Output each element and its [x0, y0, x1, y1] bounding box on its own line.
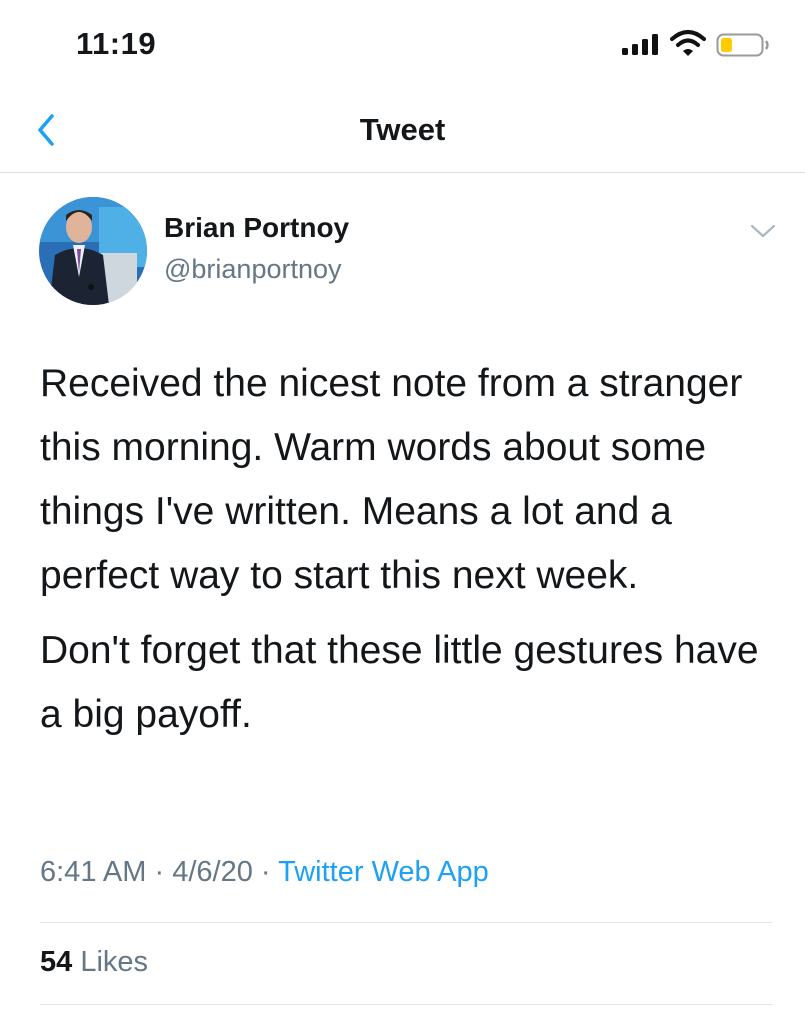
tweet-paragraph: Received the nicest note from a stranger… — [40, 362, 743, 597]
avatar[interactable] — [39, 197, 147, 305]
chevron-down-icon[interactable] — [748, 222, 778, 240]
navigation-bar: Tweet — [0, 90, 805, 173]
status-bar: 11:19 — [0, 0, 805, 90]
tweet-meta: 6:41 AM · 4/6/20 · Twitter Web App — [40, 856, 489, 889]
cellular-signal-icon — [622, 34, 658, 55]
likes-count: 54 — [40, 946, 73, 978]
divider — [40, 1004, 772, 1005]
tweet-text: Received the nicest note from a stranger… — [40, 352, 780, 747]
separator-dot: · — [154, 856, 165, 888]
status-time: 11:19 — [76, 26, 157, 61]
separator-dot: · — [260, 856, 271, 888]
likes-link[interactable]: 54 Likes — [40, 946, 148, 979]
battery-low-icon — [716, 33, 769, 57]
divider — [40, 922, 772, 923]
author-handle[interactable]: @brianportnoy — [164, 254, 342, 285]
author-name[interactable]: Brian Portnoy — [164, 212, 349, 244]
wifi-icon — [670, 30, 706, 56]
tweet-time: 6:41 AM — [40, 856, 147, 888]
likes-label: Likes — [80, 946, 149, 978]
tweet-source-link[interactable]: Twitter Web App — [278, 856, 489, 888]
page-title: Tweet — [359, 112, 446, 147]
tweet-paragraph: Don't forget that these little gestures … — [40, 629, 759, 736]
tweet-date: 4/6/20 — [172, 856, 253, 888]
